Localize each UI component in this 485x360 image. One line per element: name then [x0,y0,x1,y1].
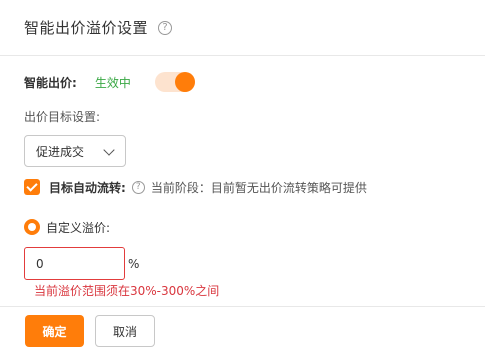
bid-target-select[interactable]: 促进成交 [24,135,126,167]
custom-premium-label: 自定义溢价: [46,220,111,235]
current-stage-text: 当前阶段：目前暂无出价流转策略可提供 [150,180,367,195]
smart-bid-label: 智能出价: [24,75,77,90]
smart-bid-row: 智能出价: 生效中 [24,72,195,92]
smart-bid-toggle[interactable] [154,72,195,92]
chevron-down-icon [103,144,115,156]
confirm-button[interactable]: 确定 [25,315,84,347]
premium-percent-input[interactable] [24,247,125,280]
dialog-title: 智能出价溢价设置 [24,19,149,37]
auto-flow-row: 目标自动流转: ? 当前阶段：目前暂无出价流转策略可提供 [24,178,367,196]
help-icon[interactable]: ? [158,20,173,35]
custom-premium-radio[interactable] [24,219,40,235]
dialog-header: 智能出价溢价设置 ? [0,0,485,56]
smart-bid-status: 生效中 [94,75,131,90]
auto-flow-label: 目标自动流转: [49,180,126,195]
auto-flow-checkbox[interactable] [24,179,40,195]
custom-premium-row: 自定义溢价: [24,218,110,236]
footer-divider [0,306,485,307]
bid-target-select-value: 促进成交 [36,144,85,159]
bid-target-label: 出价目标设置: [24,110,101,124]
toggle-knob [174,72,195,92]
percent-unit: % [128,257,140,271]
premium-range-error: 当前溢价范围须在30%-300%之间 [34,284,220,298]
help-icon[interactable]: ? [131,180,145,194]
smart-bid-premium-dialog: 智能出价溢价设置 ? 智能出价: 生效中 出价目标设置: 促进成交 目标自动流转… [0,0,485,360]
cancel-button[interactable]: 取消 [95,315,155,347]
